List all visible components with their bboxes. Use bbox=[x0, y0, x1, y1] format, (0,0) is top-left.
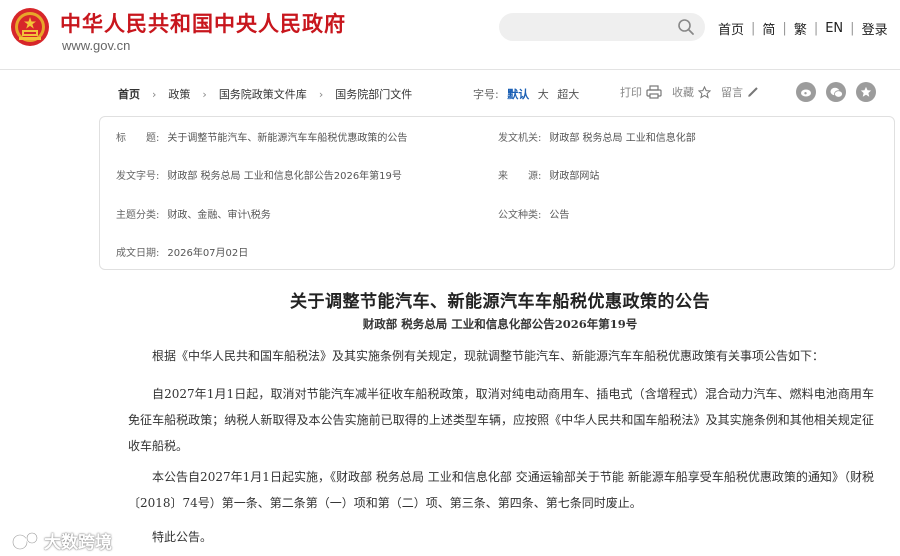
meta-title-label: 标 题: bbox=[116, 133, 160, 144]
search-input[interactable] bbox=[513, 17, 663, 37]
meta-row: 标 题: 关于调整节能汽车、新能源汽车车船税优惠政策的公告 发文机关: 财政部 … bbox=[100, 129, 896, 147]
meta-docno-value: 财政部 税务总局 工业和信息化部公告2026年第19号 bbox=[167, 171, 402, 182]
chevron-right-icon: › bbox=[152, 87, 157, 101]
watermark: 大数跨境 bbox=[10, 528, 112, 553]
article-title: 关于调整节能汽车、新能源汽车车船税优惠政策的公告 bbox=[290, 292, 710, 312]
meta-doctype: 公文种类: 公告 bbox=[498, 206, 569, 221]
meta-issuer-value: 财政部 税务总局 工业和信息化部 bbox=[549, 133, 696, 144]
meta-category-label: 主题分类: bbox=[116, 210, 160, 221]
site-title[interactable]: 中华人民共和国中央人民政府 bbox=[60, 8, 346, 38]
meta-title: 标 题: 关于调整节能汽车、新能源汽车车船税优惠政策的公告 bbox=[116, 129, 407, 144]
watermark-logo-icon bbox=[11, 531, 39, 550]
article-paragraph: 根据《中华人民共和国车船税法》及其实施条例有关规定，现就调整节能汽车、新能源汽车… bbox=[152, 349, 825, 363]
article-doc-number: 财政部 税务总局 工业和信息化部公告2026年第19号 bbox=[362, 317, 638, 331]
meta-doctype-value: 公告 bbox=[549, 210, 570, 221]
meta-row: 主题分类: 财政、金融、审计\税务 公文种类: 公告 bbox=[100, 206, 896, 224]
font-size-default[interactable]: 默认 bbox=[507, 88, 529, 101]
qzone-icon[interactable] bbox=[856, 82, 876, 102]
meta-issuer-label: 发文机关: bbox=[498, 133, 542, 144]
meta-doctype-label: 公文种类: bbox=[498, 210, 542, 221]
meta-date-value: 2026年07月02日 bbox=[167, 248, 249, 259]
nav-login-link[interactable]: 登录 bbox=[862, 19, 888, 38]
watermark-text: 大数跨境 bbox=[44, 533, 112, 553]
meta-source-value: 财政部网站 bbox=[549, 171, 600, 182]
meta-date-label: 成文日期: bbox=[116, 248, 160, 259]
meta-row: 成文日期: 2026年07月02日 bbox=[100, 244, 896, 262]
font-size-xlarge[interactable]: 超大 bbox=[557, 88, 579, 101]
nav-divider: | bbox=[751, 21, 756, 36]
favorite-label: 收藏 bbox=[672, 86, 694, 99]
toolbar-row: 首页 › 政策 › 国务院政策文件库 › 国务院部门文件 字号: 默认 大 超大… bbox=[0, 82, 900, 104]
search-icon[interactable] bbox=[677, 18, 695, 36]
site-url: www.gov.cn bbox=[62, 38, 131, 53]
breadcrumb-department-docs[interactable]: 国务院部门文件 bbox=[335, 86, 412, 102]
print-button[interactable]: 打印 bbox=[620, 84, 662, 100]
article-tools: 打印 收藏 留言 bbox=[620, 84, 769, 100]
search-box bbox=[499, 13, 705, 41]
chevron-right-icon: › bbox=[318, 87, 324, 101]
nav-divider: | bbox=[813, 21, 819, 36]
document-metadata: 标 题: 关于调整节能汽车、新能源汽车车船税优惠政策的公告 发文机关: 财政部 … bbox=[99, 116, 895, 270]
article-paragraph: 自2027年1月1日起，取消对节能汽车减半征收车船税政策，取消对纯电动商用车、插… bbox=[128, 387, 874, 453]
breadcrumb-policy[interactable]: 政策 bbox=[168, 86, 190, 102]
meta-date: 成文日期: 2026年07月02日 bbox=[116, 244, 248, 259]
meta-issuer: 发文机关: 财政部 税务总局 工业和信息化部 bbox=[498, 129, 696, 144]
font-size-switcher: 字号: 默认 大 超大 bbox=[473, 86, 579, 102]
favorite-button[interactable]: 收藏 bbox=[672, 84, 711, 100]
meta-row: 发文字号: 财政部 税务总局 工业和信息化部公告2026年第19号 来 源: 财… bbox=[100, 167, 896, 185]
meta-docno: 发文字号: 财政部 税务总局 工业和信息化部公告2026年第19号 bbox=[116, 167, 402, 182]
nav-simplified-link[interactable]: 简 bbox=[762, 19, 775, 38]
wechat-icon[interactable] bbox=[826, 82, 846, 102]
breadcrumb-policy-library[interactable]: 国务院政策文件库 bbox=[219, 86, 307, 102]
nav-home-link[interactable]: 首页 bbox=[718, 19, 744, 38]
meta-category: 主题分类: 财政、金融、审计\税务 bbox=[116, 206, 271, 221]
comment-label: 留言 bbox=[721, 86, 743, 99]
share-buttons bbox=[796, 82, 886, 102]
nav-divider: | bbox=[782, 21, 787, 36]
weibo-icon[interactable] bbox=[796, 82, 816, 102]
breadcrumb-home[interactable]: 首页 bbox=[118, 86, 140, 102]
pencil-icon bbox=[748, 87, 758, 97]
font-size-label: 字号: bbox=[473, 88, 499, 101]
nav-divider: | bbox=[850, 21, 855, 36]
printer-icon bbox=[646, 85, 662, 99]
star-icon bbox=[698, 85, 711, 99]
meta-title-value: 关于调整节能汽车、新能源汽车车船税优惠政策的公告 bbox=[167, 133, 408, 144]
breadcrumb: 首页 › 政策 › 国务院政策文件库 › 国务院部门文件 bbox=[118, 86, 412, 102]
meta-source-label: 来 源: bbox=[498, 171, 542, 182]
meta-category-value: 财政、金融、审计\税务 bbox=[167, 210, 271, 221]
top-nav: 首页 | 简 | 繁 | EN | 登录 bbox=[718, 19, 888, 38]
article-paragraph: 本公告自2027年1月1日起实施，《财政部 税务总局 工业和信息化部 交通运输部… bbox=[128, 470, 874, 510]
article-paragraph: 特此公告。 bbox=[152, 530, 213, 544]
nav-traditional-link[interactable]: 繁 bbox=[794, 19, 807, 38]
site-header: 中华人民共和国中央人民政府 www.gov.cn 首页 | 简 | 繁 | EN… bbox=[0, 0, 900, 70]
font-size-large[interactable]: 大 bbox=[538, 88, 549, 101]
meta-docno-label: 发文字号: bbox=[116, 171, 160, 182]
national-emblem-icon[interactable] bbox=[10, 7, 50, 47]
print-label: 打印 bbox=[620, 86, 642, 99]
meta-source: 来 源: 财政部网站 bbox=[498, 167, 599, 182]
nav-english-link[interactable]: EN bbox=[825, 21, 843, 36]
comment-button[interactable]: 留言 bbox=[721, 84, 759, 100]
chevron-right-icon: › bbox=[202, 87, 207, 101]
